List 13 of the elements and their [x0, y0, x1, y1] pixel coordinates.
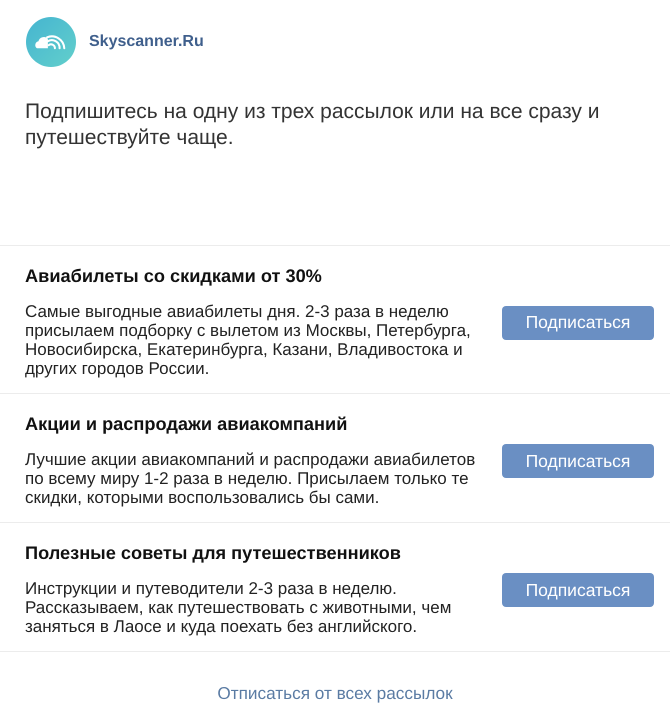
newsletter-description: Инструкции и путеводители 2-3 раза в неделю. Рассказываем, как путешествовать с животными, чем заняться в Лаосе и куда поехать без английского. — [25, 579, 452, 636]
newsletter-description: Самые выгодные авиабилеты дня. 2-3 раза в неделю присылаем подборку с вылетом из Москвы, Петербурга, Новосибирска, Екатеринбурга, Казани, Владивостока и других городов России. — [25, 302, 472, 378]
intro-text: Подпишитесь на одну из трех рассылок или на все сразу и путешествуйте чаще. — [25, 99, 600, 151]
logo-icon — [26, 17, 76, 67]
subscribe-button[interactable]: Подписаться — [502, 444, 654, 478]
unsubscribe-link[interactable]: Отписаться от всех рассылок — [217, 683, 453, 704]
newsletter-description: Лучшие акции авиакомпаний и распродажи авиабилетов по всему миру 1-2 раза в неделю. Присылаем только те скидки, которыми воспользовались бы сами. — [25, 450, 476, 507]
brand-name: Skyscanner.Ru — [89, 33, 204, 51]
newsletter-title: Авиабилеты со скидками от 30% — [25, 265, 323, 287]
newsletter-title: Акции и распродажи авиакомпаний — [25, 413, 348, 435]
newsletter-title: Полезные советы для путешественников — [25, 542, 402, 564]
subscribe-button[interactable]: Подписаться — [502, 306, 654, 340]
subscribe-button[interactable]: Подписаться — [502, 573, 654, 607]
